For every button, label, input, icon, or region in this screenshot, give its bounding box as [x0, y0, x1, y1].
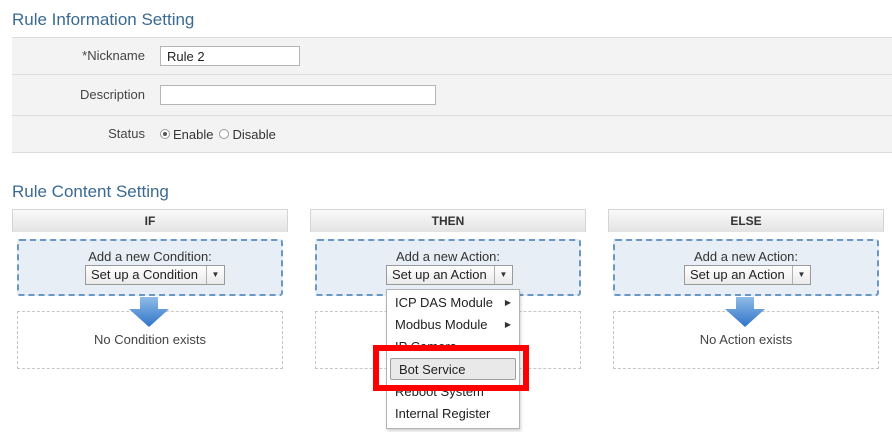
nickname-label: *Nickname — [82, 48, 145, 63]
status-row: Status Enable Disable — [12, 116, 892, 153]
else-column-header: ELSE — [608, 209, 884, 232]
down-arrow-icon — [725, 297, 765, 327]
menu-item-icp-das-module[interactable]: ICP DAS Module ▶ — [387, 292, 519, 314]
rule-info-form: *Nickname Description Status Enable Disa… — [12, 37, 892, 153]
description-label: Description — [79, 87, 145, 102]
menu-item-label: Modbus Module — [395, 317, 488, 332]
add-action-label: Add a new Action: — [395, 249, 501, 264]
add-else-action-label: Add a new Action: — [693, 249, 799, 264]
menu-item-label: Internal Register — [395, 406, 491, 421]
caret-down-icon[interactable]: ▼ — [792, 266, 810, 284]
down-arrow-icon — [129, 297, 169, 327]
condition-select[interactable]: Set up a Condition ▼ — [85, 265, 225, 285]
condition-select-value: Set up a Condition — [91, 267, 198, 282]
radio-checked-icon — [160, 129, 170, 139]
no-condition-text: No Condition exists — [94, 332, 206, 347]
add-condition-label: Add a new Condition: — [88, 249, 212, 264]
menu-item-internal-register[interactable]: Internal Register — [387, 403, 519, 425]
menu-item-modbus-module[interactable]: Modbus Module ▶ — [387, 314, 519, 336]
rule-info-title: Rule Information Setting — [12, 10, 195, 29]
description-row: Description — [12, 75, 892, 116]
else-action-select[interactable]: Set up an Action ▼ — [684, 265, 811, 285]
rule-content-title: Rule Content Setting — [12, 182, 169, 201]
nickname-input[interactable] — [160, 46, 300, 66]
else-column: ELSE Add a new Action: Set up an Action … — [608, 209, 884, 372]
nickname-row: *Nickname — [12, 37, 892, 75]
add-condition-box: Add a new Condition: Set up a Condition … — [17, 239, 283, 296]
status-disable-radio[interactable]: Disable — [219, 126, 276, 142]
caret-down-icon[interactable]: ▼ — [206, 266, 224, 284]
status-enable-radio[interactable]: Enable — [160, 127, 213, 142]
add-action-box: Add a new Action: Set up an Action ▼ — [315, 239, 581, 296]
status-label: Status — [108, 126, 145, 141]
action-select-value: Set up an Action — [392, 267, 487, 282]
description-input[interactable] — [160, 85, 436, 105]
else-action-select-value: Set up an Action — [690, 267, 785, 282]
no-action-text: No Action exists — [699, 332, 793, 347]
caret-right-icon: ▶ — [504, 298, 511, 307]
caret-down-icon[interactable]: ▼ — [494, 266, 512, 284]
action-select[interactable]: Set up an Action ▼ — [386, 265, 513, 285]
menu-item-label: ICP DAS Module — [395, 295, 494, 310]
then-column-header: THEN — [310, 209, 586, 232]
add-else-action-box: Add a new Action: Set up an Action ▼ — [613, 239, 879, 296]
if-column-header: IF — [12, 209, 288, 232]
radio-unchecked-icon — [219, 129, 230, 139]
highlight-annotation-box — [373, 345, 529, 391]
if-column: IF Add a new Condition: Set up a Conditi… — [12, 209, 288, 372]
status-disable-label: Disable — [232, 126, 276, 142]
caret-right-icon: ▶ — [504, 320, 511, 329]
status-enable-label: Enable — [173, 126, 214, 142]
